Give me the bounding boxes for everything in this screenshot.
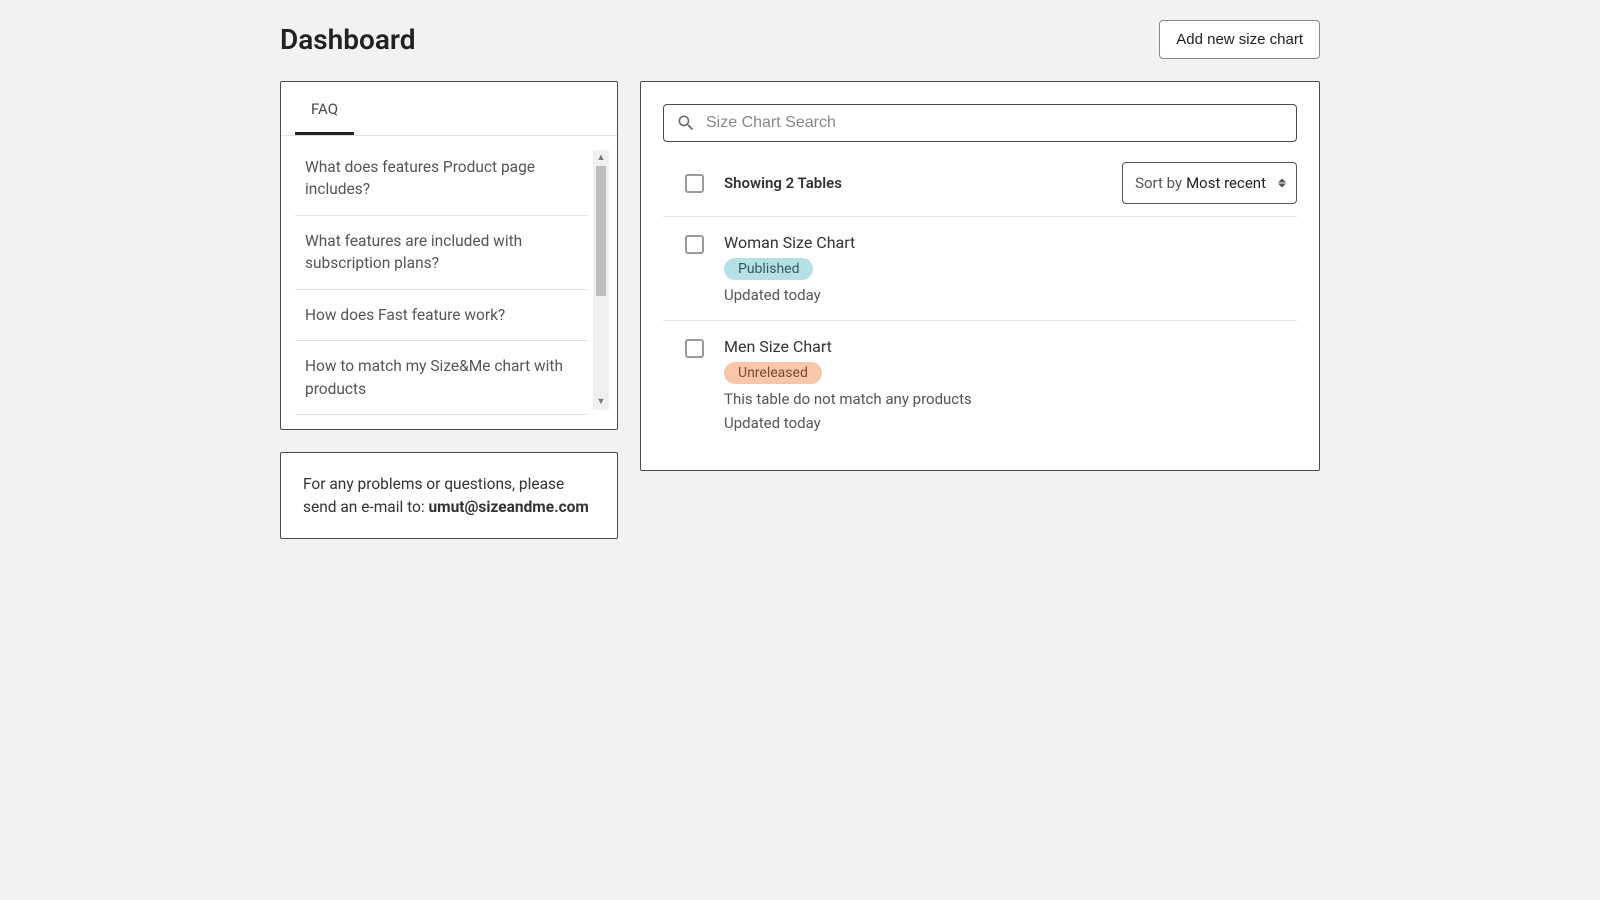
table-row[interactable]: Men Size Chart Unreleased This table do … — [663, 321, 1297, 448]
scroll-down-arrow-icon[interactable]: ▼ — [597, 396, 606, 408]
search-field[interactable] — [663, 104, 1297, 142]
row-title: Men Size Chart — [724, 337, 972, 356]
sort-caret-icon — [1278, 179, 1286, 188]
sort-select[interactable]: Sort by Most recent — [1122, 162, 1297, 204]
row-checkbox[interactable] — [685, 339, 704, 358]
select-all-checkbox[interactable] — [685, 174, 704, 193]
faq-scrollbar[interactable]: ▲ ▼ — [593, 150, 609, 410]
page-title: Dashboard — [280, 23, 416, 56]
scrollbar-thumb[interactable] — [596, 166, 606, 296]
search-input[interactable] — [706, 114, 1284, 132]
faq-item[interactable]: How to match my Size&Me chart with produ… — [295, 341, 587, 415]
row-updated: Updated today — [724, 286, 855, 304]
table-row[interactable]: Woman Size Chart Published Updated today — [663, 217, 1297, 321]
support-email: umut@sizeandme.com — [428, 498, 588, 516]
scroll-up-arrow-icon[interactable]: ▲ — [597, 152, 606, 164]
faq-item[interactable]: How does Fast feature work? — [295, 290, 587, 341]
tab-faq[interactable]: FAQ — [295, 82, 354, 135]
sort-label: Sort by — [1135, 174, 1182, 192]
row-warning: This table do not match any products — [724, 390, 972, 408]
row-checkbox[interactable] — [685, 235, 704, 254]
size-charts-card: Showing 2 Tables Sort by Most recent — [640, 81, 1320, 471]
faq-item[interactable]: What does features Product page includes… — [295, 150, 587, 216]
search-icon — [676, 113, 696, 133]
add-size-chart-button[interactable]: Add new size chart — [1159, 20, 1320, 59]
faq-item[interactable]: What features are included with subscrip… — [295, 216, 587, 290]
row-updated: Updated today — [724, 414, 972, 432]
support-card: For any problems or questions, please se… — [280, 452, 618, 539]
status-badge: Unreleased — [724, 362, 822, 384]
faq-card: FAQ What does features Product page incl… — [280, 81, 618, 430]
row-title: Woman Size Chart — [724, 233, 855, 252]
showing-count: Showing 2 Tables — [724, 174, 842, 192]
sort-value: Most recent — [1186, 174, 1266, 192]
status-badge: Published — [724, 258, 813, 280]
